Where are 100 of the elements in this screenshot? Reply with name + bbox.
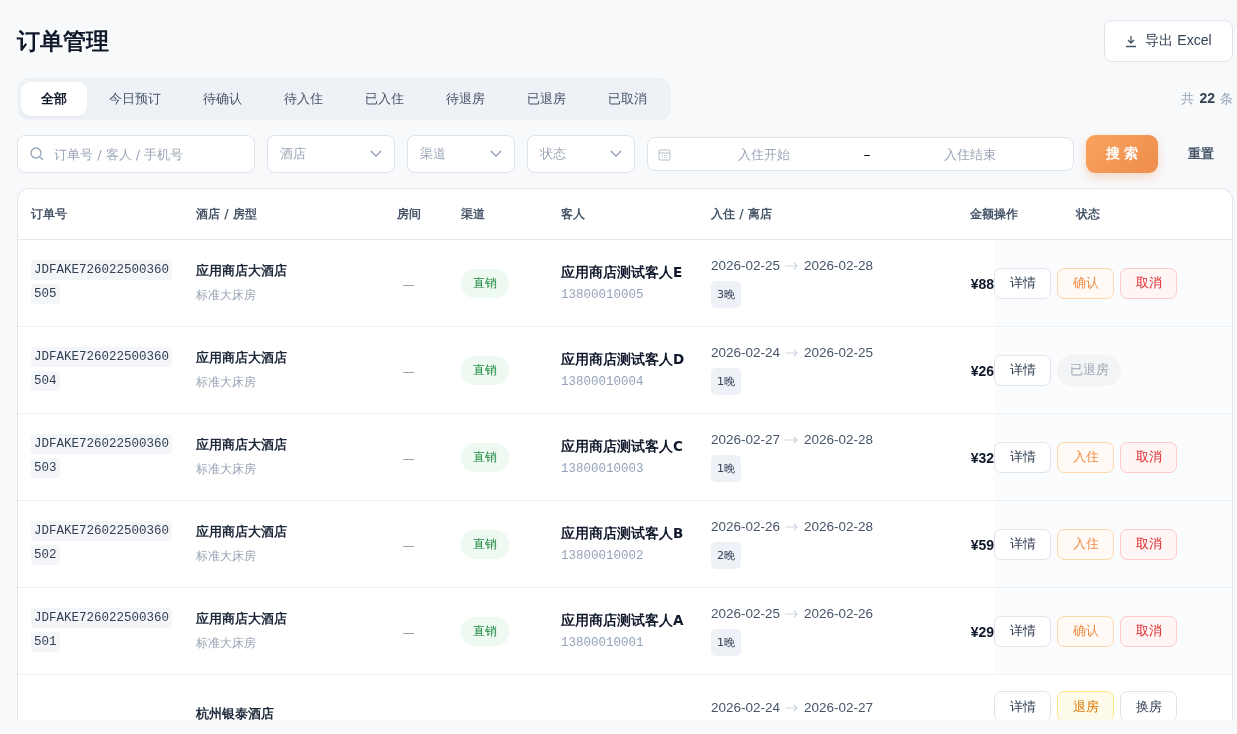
action-button[interactable]: 取消 bbox=[1120, 267, 1177, 299]
room-number: — bbox=[402, 451, 415, 466]
room-type: 标准大床房 bbox=[196, 635, 257, 652]
order-number: JDFAKE726022500360504 bbox=[31, 346, 171, 394]
guest-name: 应用商店测试客人A bbox=[561, 612, 685, 630]
arrow-right-icon bbox=[785, 522, 800, 531]
nights-badge: 1晚 bbox=[711, 455, 741, 482]
room-type: 标准大床房 bbox=[196, 287, 257, 304]
column-header: 操作 bbox=[994, 205, 1018, 223]
action-button[interactable]: 详情 bbox=[994, 615, 1051, 647]
hotel-name: 应用商店大酒店 bbox=[196, 262, 288, 280]
filter-tab[interactable]: 已退房 bbox=[507, 82, 586, 116]
amount: ¥59 bbox=[970, 536, 994, 553]
calendar-icon bbox=[658, 147, 671, 161]
channel-tag: 直销 bbox=[461, 616, 509, 646]
column-header: 状态 bbox=[1076, 205, 1100, 223]
action-button[interactable]: 取消 bbox=[1120, 441, 1177, 473]
channel-tag: 直销 bbox=[461, 268, 509, 298]
amount: ¥32 bbox=[970, 449, 994, 466]
action-button[interactable]: 详情 bbox=[994, 441, 1051, 473]
filter-tab[interactable]: 待入住 bbox=[264, 82, 343, 116]
date-separator: – bbox=[862, 146, 872, 162]
room-type: 标准大床房 bbox=[196, 461, 257, 478]
action-button[interactable]: 取消 bbox=[1120, 528, 1177, 560]
column-header: 客人 bbox=[560, 205, 586, 223]
action-button[interactable]: 详情 bbox=[994, 528, 1051, 560]
filter-tab[interactable]: 待退房 bbox=[426, 82, 505, 116]
column-header: 渠道 bbox=[460, 205, 486, 223]
action-button[interactable]: 取消 bbox=[1120, 615, 1177, 647]
guest-phone: 13800010003 bbox=[561, 462, 645, 476]
filter-tab[interactable]: 已入住 bbox=[345, 82, 424, 116]
nights-badge: 1晚 bbox=[711, 368, 741, 395]
checkin-date: 2026-02-25 bbox=[711, 258, 781, 273]
order-number: JDFAKE726022500360505 bbox=[31, 259, 171, 307]
checkout-date: 2026-02-26 bbox=[804, 606, 874, 621]
download-icon bbox=[1125, 34, 1138, 48]
search-box[interactable]: 订单号 / 客人 / 手机号 bbox=[17, 135, 255, 173]
nights-badge: 1晚 bbox=[711, 629, 741, 656]
arrow-right-icon bbox=[785, 435, 800, 444]
order-number: JDFAKE726022500360501 bbox=[31, 607, 171, 655]
hotel-name: 应用商店大酒店 bbox=[196, 523, 288, 541]
column-header: 金额 bbox=[969, 205, 994, 223]
room-type: 标准大床房 bbox=[196, 374, 257, 391]
action-button[interactable]: 详情 bbox=[994, 354, 1051, 386]
arrow-right-icon bbox=[785, 703, 800, 712]
nights-badge: 2晚 bbox=[711, 542, 741, 569]
column-header: 订单号 bbox=[29, 205, 68, 223]
action-button[interactable]: 换房 bbox=[1120, 691, 1177, 720]
status-tag: 已退房 bbox=[1057, 354, 1121, 386]
hotel-name: 应用商店大酒店 bbox=[196, 349, 288, 367]
hotel-name: 应用商店大酒店 bbox=[196, 610, 288, 628]
order-number: JDFAKE726022500360503 bbox=[31, 433, 171, 481]
room-number: — bbox=[402, 277, 415, 292]
page-title: 订单管理 bbox=[17, 26, 109, 56]
room-type: 标准大床房 bbox=[196, 548, 257, 565]
action-button[interactable]: 详情 bbox=[994, 691, 1051, 720]
checkout-date: 2026-02-28 bbox=[804, 519, 874, 534]
total-suffix: 条 bbox=[1220, 90, 1233, 108]
checkout-date: 2026-02-25 bbox=[804, 345, 874, 360]
guest-name: 应用商店测试客人E bbox=[561, 264, 684, 282]
arrow-right-icon bbox=[785, 348, 800, 357]
guest-phone: 13800010004 bbox=[561, 375, 645, 389]
total-prefix: 共 bbox=[1181, 90, 1195, 108]
checkout-date: 2026-02-28 bbox=[804, 432, 874, 447]
chevron-down-icon bbox=[490, 150, 502, 158]
room-number: — bbox=[402, 538, 415, 553]
chevron-down-icon bbox=[370, 150, 382, 158]
nights-badge: 3晚 bbox=[711, 281, 741, 308]
channel-tag: 直销 bbox=[461, 529, 509, 559]
arrow-right-icon bbox=[785, 609, 800, 618]
filter-tab[interactable]: 今日预订 bbox=[89, 82, 181, 116]
amount: ¥29 bbox=[970, 623, 994, 640]
column-header: 房间 bbox=[395, 205, 422, 223]
action-button[interactable]: 详情 bbox=[994, 267, 1051, 299]
filter-tab[interactable]: 全部 bbox=[21, 82, 87, 116]
order-number: JDFAKE726022500360502 bbox=[31, 520, 171, 568]
filter-tab[interactable]: 待确认 bbox=[183, 82, 262, 116]
room-number: — bbox=[402, 364, 415, 379]
search-field[interactable]: 订单号 / 客人 / 手机号 bbox=[52, 145, 242, 163]
column-header: 入住 / 离店 bbox=[710, 205, 773, 223]
export-button[interactable]: 导出 Excel bbox=[1104, 20, 1233, 62]
checkin-start-field[interactable]: 入住开始 bbox=[671, 145, 858, 163]
checkin-end-field[interactable]: 入住结束 bbox=[876, 145, 1063, 163]
chevron-down-icon bbox=[610, 150, 622, 158]
hotel-name: 杭州银泰酒店 bbox=[196, 705, 275, 720]
checkout-date: 2026-02-28 bbox=[804, 258, 874, 273]
checkin-date: 2026-02-25 bbox=[711, 606, 781, 621]
hotel-name: 应用商店大酒店 bbox=[196, 436, 288, 454]
checkin-date: 2026-02-24 bbox=[711, 345, 781, 360]
checkin-date: 2026-02-24 bbox=[711, 700, 781, 715]
reset-button[interactable]: 重置 bbox=[1170, 145, 1232, 163]
room-number: — bbox=[402, 625, 415, 640]
filter-tab[interactable]: 已取消 bbox=[588, 82, 667, 116]
checkout-date: 2026-02-27 bbox=[804, 700, 874, 715]
column-header: 酒店 / 房型 bbox=[196, 205, 258, 223]
checkin-date: 2026-02-27 bbox=[711, 432, 781, 447]
amount: ¥88 bbox=[970, 275, 994, 292]
arrow-right-icon bbox=[785, 261, 800, 270]
checkin-date: 2026-02-26 bbox=[711, 519, 781, 534]
search-icon bbox=[30, 147, 44, 161]
